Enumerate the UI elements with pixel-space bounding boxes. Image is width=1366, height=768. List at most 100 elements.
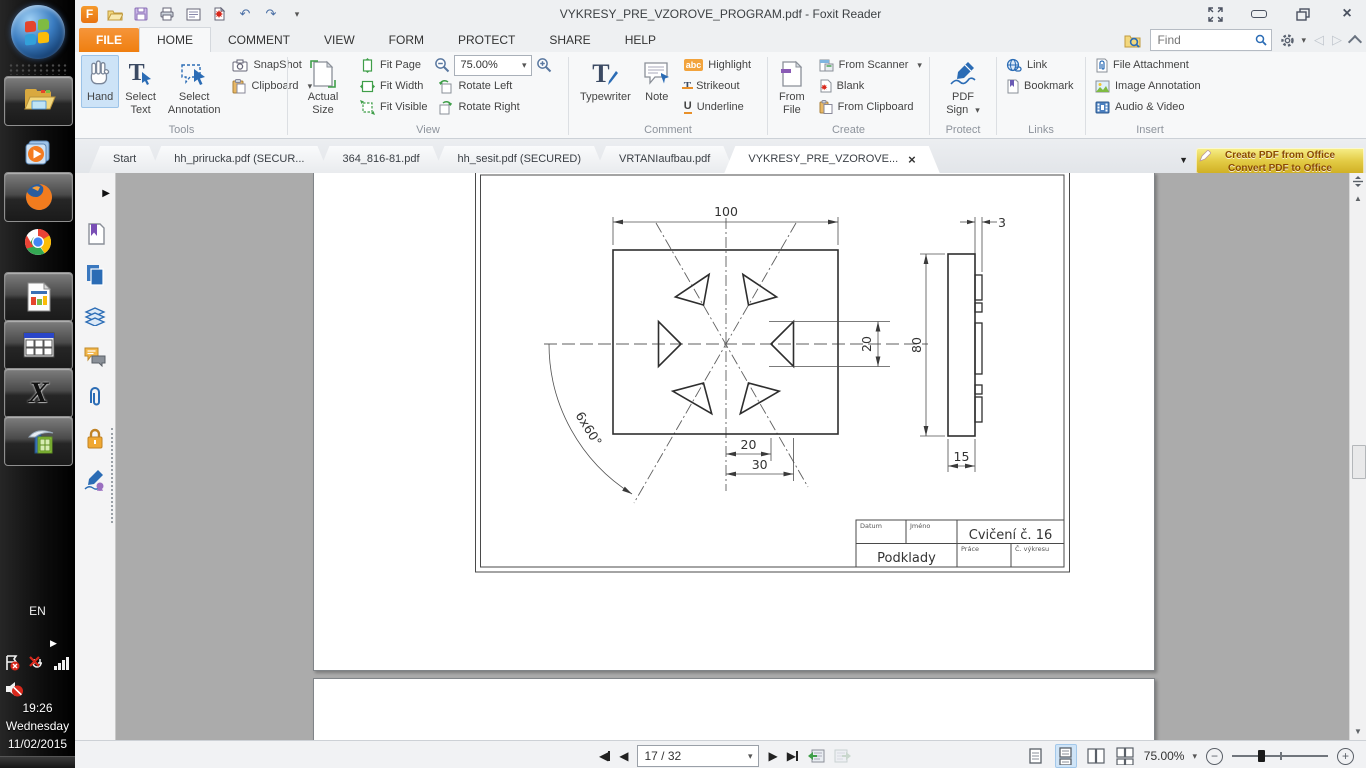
- print-button[interactable]: [158, 5, 176, 23]
- collapse-ribbon-icon[interactable]: [1348, 35, 1362, 49]
- signature-panel-button[interactable]: [83, 468, 107, 492]
- scroll-up-button[interactable]: ▲: [1350, 190, 1366, 206]
- find-input[interactable]: [1155, 32, 1255, 48]
- typewriter-button[interactable]: T Typewriter: [574, 55, 637, 108]
- doc-tab-start[interactable]: Start: [89, 146, 160, 173]
- pages-panel-button[interactable]: [83, 263, 107, 287]
- tab-overflow-button[interactable]: ▼: [1179, 155, 1188, 165]
- clock-time[interactable]: 19:26: [0, 701, 75, 715]
- single-page-view-button[interactable]: [1026, 745, 1046, 767]
- fit-width-button[interactable]: Fit Width: [356, 76, 431, 96]
- customize-qat-button[interactable]: ▾: [288, 5, 306, 23]
- find-options-button[interactable]: ▾: [1280, 33, 1306, 48]
- pdf-sign-button[interactable]: PDF Sign ▾: [935, 55, 991, 120]
- split-view-handle[interactable]: [1351, 175, 1365, 188]
- fullscreen-button[interactable]: [1204, 5, 1226, 23]
- redo-button[interactable]: ↷: [262, 5, 280, 23]
- select-text-button[interactable]: T Select Text: [119, 55, 162, 120]
- panel-resize-grip[interactable]: [111, 428, 113, 523]
- link-button[interactable]: Link: [1002, 55, 1078, 75]
- strikeout-button[interactable]: T Strikeout: [680, 76, 755, 96]
- from-scanner-button[interactable]: From Scanner ▾: [815, 55, 926, 75]
- language-indicator[interactable]: EN: [0, 604, 75, 618]
- create-pdf-promo-button[interactable]: Create PDF from Office Convert PDF to Of…: [1196, 148, 1364, 174]
- tab-form[interactable]: FORM: [372, 28, 441, 52]
- last-page-button[interactable]: ▶: [787, 749, 798, 763]
- zoom-in-button[interactable]: +: [1337, 748, 1354, 765]
- page-number-combo[interactable]: 17 / 32 ▾: [637, 745, 759, 767]
- show-desktop-button[interactable]: [0, 756, 75, 768]
- restore-button[interactable]: [1292, 5, 1314, 23]
- scroll-down-button[interactable]: ▼: [1350, 723, 1366, 739]
- hidden-icons-button[interactable]: ▶: [50, 638, 57, 649]
- zoom-slider-thumb[interactable]: [1258, 750, 1265, 762]
- note-button[interactable]: Note: [637, 55, 677, 108]
- taskbar-grid-app-button[interactable]: [4, 320, 73, 370]
- from-clipboard-button[interactable]: From Clipboard: [815, 97, 926, 117]
- zoom-out-button[interactable]: −: [1206, 748, 1223, 765]
- comments-panel-button[interactable]: [83, 345, 107, 369]
- search-icon[interactable]: [1255, 34, 1267, 46]
- clock-date[interactable]: 11/02/2015: [0, 737, 75, 751]
- vertical-scrollbar[interactable]: ▲ ▼: [1349, 173, 1366, 740]
- search-folder-icon[interactable]: [1124, 33, 1142, 48]
- close-tab-icon[interactable]: ×: [908, 153, 916, 166]
- tab-comment[interactable]: COMMENT: [211, 28, 307, 52]
- zoom-slider[interactable]: [1232, 749, 1328, 763]
- continuous-view-button[interactable]: [1055, 744, 1077, 768]
- doc-tab-vykresy-active[interactable]: VYKRESY_PRE_VZOROVE... ×: [724, 146, 939, 173]
- expand-panel-button[interactable]: ▶: [80, 181, 110, 205]
- security-panel-button[interactable]: [83, 427, 107, 451]
- fit-visible-button[interactable]: Fit Visible: [356, 97, 431, 117]
- bookmarks-panel-button[interactable]: [83, 222, 107, 246]
- fit-page-button[interactable]: Fit Page: [356, 55, 431, 75]
- find-next-button[interactable]: ▷: [1332, 32, 1342, 48]
- foxit-logo-icon[interactable]: F: [81, 6, 98, 23]
- underline-button[interactable]: U Underline: [680, 97, 755, 117]
- select-annotation-button[interactable]: Select Annotation: [162, 55, 227, 120]
- rotate-right-button[interactable]: Rotate Right: [434, 97, 552, 117]
- close-button[interactable]: ×: [1336, 5, 1358, 23]
- scrollbar-thumb[interactable]: [1352, 445, 1366, 479]
- zoom-out-icon[interactable]: [434, 57, 450, 73]
- first-page-button[interactable]: ◀: [599, 749, 610, 763]
- actual-size-button[interactable]: Actual Size: [293, 55, 353, 120]
- doc-tab-vrtani[interactable]: VRTANIaufbau.pdf: [595, 146, 734, 173]
- tab-view[interactable]: VIEW: [307, 28, 372, 52]
- zoom-in-icon[interactable]: [536, 57, 552, 73]
- taskbar-mediaplayer-button[interactable]: [4, 128, 71, 176]
- minimize-button[interactable]: [1248, 5, 1270, 23]
- tab-protect[interactable]: PROTECT: [441, 28, 532, 52]
- find-previous-button[interactable]: ◁: [1314, 32, 1324, 48]
- open-file-button[interactable]: [106, 5, 124, 23]
- image-annotation-button[interactable]: Image Annotation: [1091, 76, 1205, 96]
- facing-view-button[interactable]: [1086, 745, 1106, 767]
- taskbar-x-app-button[interactable]: X: [4, 368, 73, 418]
- taskbar-chrome-button[interactable]: [4, 218, 71, 266]
- doc-tab-hh-prirucka[interactable]: hh_prirucka.pdf (SECUR...: [150, 146, 328, 173]
- power-status-icon[interactable]: [28, 655, 46, 671]
- bookmark-button[interactable]: Bookmark: [1002, 76, 1078, 96]
- tab-help[interactable]: HELP: [608, 28, 673, 52]
- zoom-level-combo[interactable]: 75.00% ▾: [454, 55, 532, 76]
- taskbar-program-button[interactable]: [4, 272, 73, 322]
- previous-view-button[interactable]: [807, 748, 825, 764]
- file-attachment-button[interactable]: File Attachment: [1091, 55, 1205, 75]
- blank-button[interactable]: Blank: [815, 76, 926, 96]
- doc-tab-hh-sesit[interactable]: hh_sesit.pdf (SECURED): [434, 146, 606, 173]
- audio-video-button[interactable]: Audio & Video: [1091, 97, 1205, 117]
- network-signal-icon[interactable]: [53, 655, 71, 671]
- next-page-button[interactable]: ▶: [768, 749, 777, 763]
- start-button[interactable]: [11, 5, 65, 59]
- action-center-icon[interactable]: [4, 655, 21, 671]
- layers-panel-button[interactable]: [83, 304, 107, 328]
- attachments-panel-button[interactable]: [83, 386, 107, 410]
- previous-page-button[interactable]: ◀: [619, 749, 628, 763]
- status-zoom-combo[interactable]: 75.00% ▾: [1144, 749, 1197, 763]
- taskbar-home-app-button[interactable]: [4, 416, 73, 466]
- volume-muted-icon[interactable]: [4, 680, 24, 698]
- taskbar-firefox-button[interactable]: [4, 172, 73, 222]
- highlight-button[interactable]: abc Highlight: [680, 55, 755, 75]
- new-document-button[interactable]: [210, 5, 228, 23]
- tab-share[interactable]: SHARE: [532, 28, 607, 52]
